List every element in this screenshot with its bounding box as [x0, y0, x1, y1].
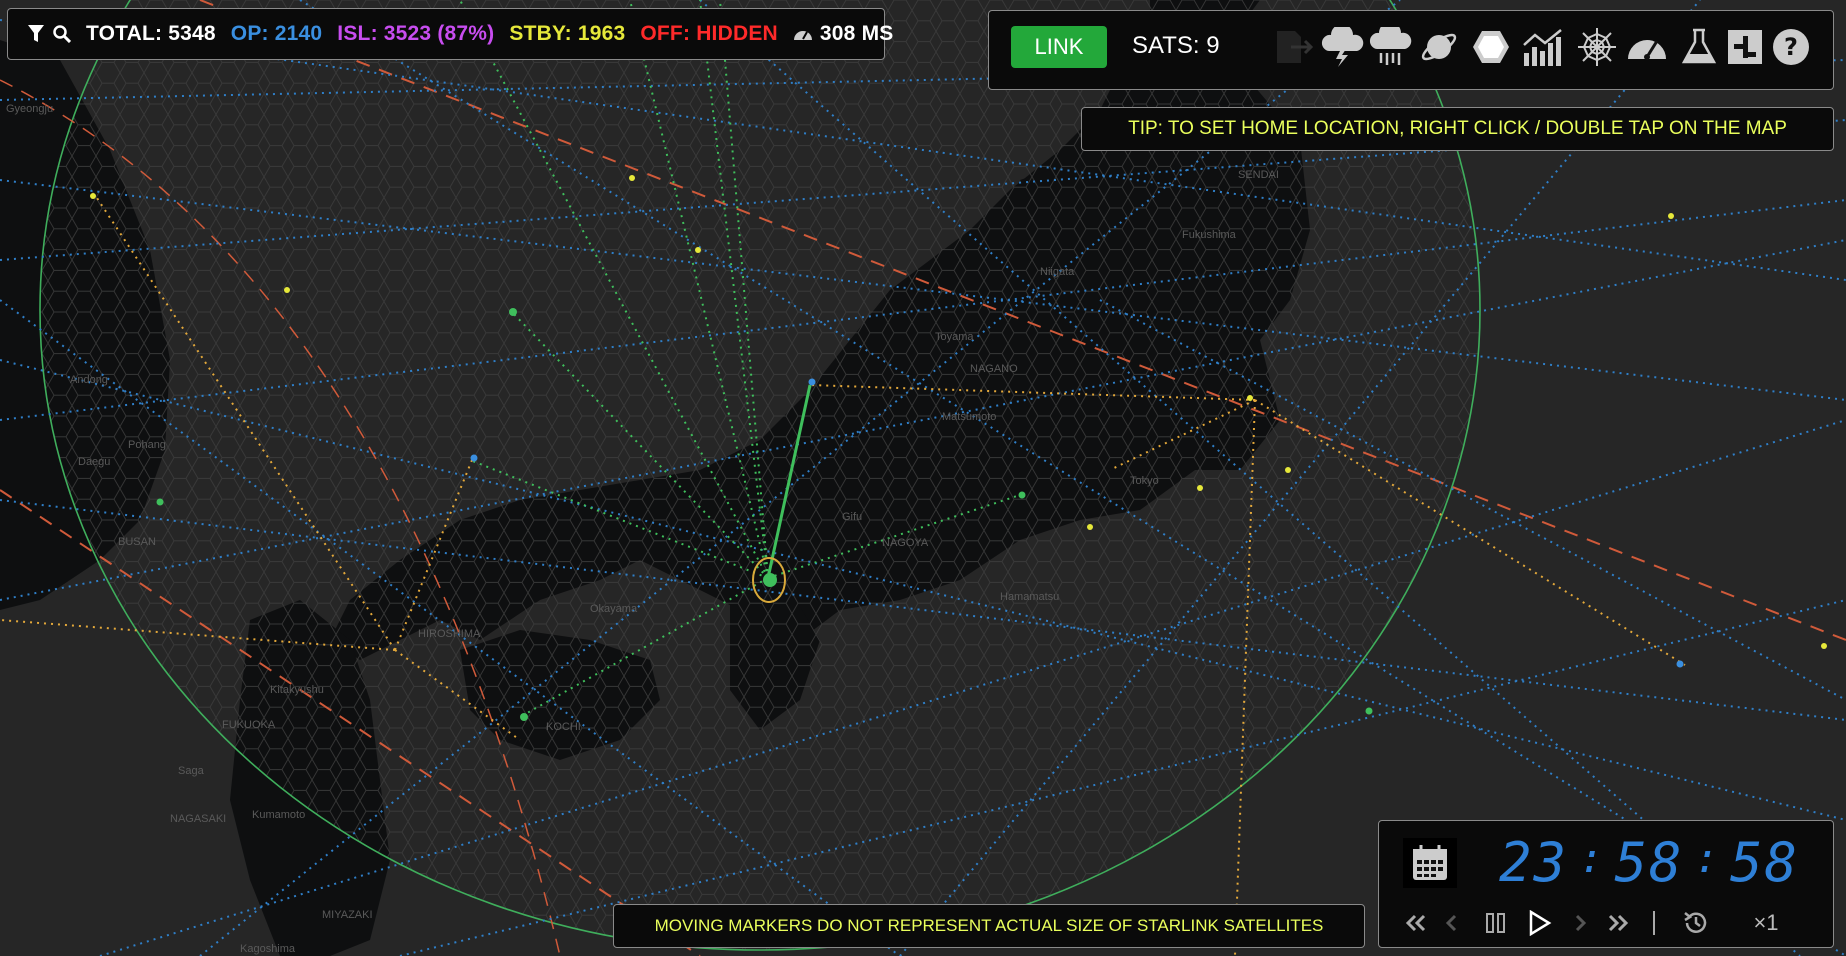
clock-minutes: 58	[1614, 830, 1684, 894]
gauge-icon[interactable]	[1625, 25, 1669, 69]
stats-bar: TOTAL: 5348 OP: 2140 ISL: 3523 (87%) STB…	[7, 8, 893, 60]
notice-text: MOVING MARKERS DO NOT REPRESENT ACTUAL S…	[654, 916, 1324, 935]
svg-text:BUSAN: BUSAN	[118, 536, 156, 548]
sats-count: SATS: 9	[1132, 32, 1220, 59]
svg-text:Kagoshima: Kagoshima	[240, 943, 296, 955]
svg-text:NAGOYA: NAGOYA	[882, 537, 929, 549]
tip-text: TIP: TO SET HOME LOCATION, RIGHT CLICK /…	[1128, 118, 1787, 139]
svg-text:Andong: Andong	[70, 374, 108, 386]
clock-display: 23 : 58 : 58	[1499, 830, 1799, 894]
svg-text:NAGASAKI: NAGASAKI	[170, 813, 226, 825]
svg-text:KOCHI: KOCHI	[546, 721, 581, 733]
step-forward-icon[interactable]	[1569, 904, 1593, 942]
layout-icon[interactable]	[1723, 25, 1767, 69]
link-button[interactable]: LINK	[1011, 26, 1107, 68]
help-icon[interactable]: ?	[1769, 25, 1813, 69]
latency-value: 308 MS	[819, 22, 894, 45]
pause-icon[interactable]	[1481, 904, 1511, 942]
tip-banner: TIP: TO SET HOME LOCATION, RIGHT CLICK /…	[1081, 107, 1834, 151]
fast-rewind-icon[interactable]	[1401, 904, 1431, 942]
toolbar-panel: LINK SATS: 9 ?	[988, 10, 1834, 90]
op-count[interactable]: OP: 2140	[231, 22, 323, 46]
fast-forward-icon[interactable]	[1603, 904, 1633, 942]
planet-icon[interactable]	[1417, 25, 1461, 69]
svg-text:Fukushima: Fukushima	[1182, 229, 1237, 241]
time-control-panel: 23 : 58 : 58 ×1	[1378, 820, 1834, 948]
clock-seconds: 58	[1729, 830, 1799, 894]
notice-banner: MOVING MARKERS DO NOT REPRESENT ACTUAL S…	[613, 904, 1365, 948]
clock-hours: 23	[1499, 830, 1569, 894]
rain-icon[interactable]	[1369, 25, 1413, 69]
divider	[1649, 904, 1659, 942]
filter-icon[interactable]	[28, 25, 44, 43]
thunderstorm-icon[interactable]	[1321, 25, 1365, 69]
web-icon[interactable]	[1575, 25, 1619, 69]
svg-text:Gyeongju: Gyeongju	[6, 103, 53, 115]
exit-icon[interactable]	[1271, 25, 1315, 69]
step-back-icon[interactable]	[1439, 904, 1463, 942]
svg-text:Toyama: Toyama	[935, 331, 974, 343]
svg-text:Gifu: Gifu	[842, 511, 862, 523]
svg-text:Kumamoto: Kumamoto	[252, 809, 305, 821]
svg-text:Okayama: Okayama	[590, 603, 638, 615]
svg-text:Hamamatsu: Hamamatsu	[1000, 591, 1059, 603]
calendar-icon[interactable]	[1403, 838, 1457, 888]
svg-text:Niigata: Niigata	[1040, 266, 1075, 278]
stby-count[interactable]: STBY: 1963	[509, 22, 625, 46]
svg-text:Kitakyushu: Kitakyushu	[270, 684, 324, 696]
speedometer-icon	[793, 27, 813, 41]
stats-chart-icon[interactable]	[1521, 25, 1565, 69]
flask-icon[interactable]	[1677, 25, 1721, 69]
search-icon[interactable]	[53, 25, 71, 43]
isl-count[interactable]: ISL: 3523 (87%)	[337, 22, 494, 46]
svg-text:Daegu: Daegu	[78, 456, 110, 468]
svg-text:Saga: Saga	[178, 765, 205, 777]
svg-text:NAGANO: NAGANO	[970, 363, 1018, 375]
svg-text:SENDAI: SENDAI	[1238, 169, 1279, 181]
svg-text:Matsumoto: Matsumoto	[942, 411, 996, 423]
svg-text:HIROSHIMA: HIROSHIMA	[418, 628, 481, 640]
svg-text:Tokyo: Tokyo	[1130, 475, 1159, 487]
off-status[interactable]: OFF: HIDDEN	[640, 22, 778, 46]
speed-multiplier[interactable]: ×1	[1741, 904, 1791, 942]
total-count: TOTAL: 5348	[86, 22, 216, 45]
history-icon[interactable]	[1679, 904, 1713, 942]
play-icon[interactable]	[1523, 904, 1557, 942]
hexagon-icon[interactable]	[1469, 25, 1513, 69]
svg-text:MIYAZAKI: MIYAZAKI	[322, 909, 373, 921]
svg-text:FUKUOKA: FUKUOKA	[222, 719, 276, 731]
svg-text:Pohang: Pohang	[128, 439, 166, 451]
svg-text:?: ?	[1784, 33, 1798, 61]
